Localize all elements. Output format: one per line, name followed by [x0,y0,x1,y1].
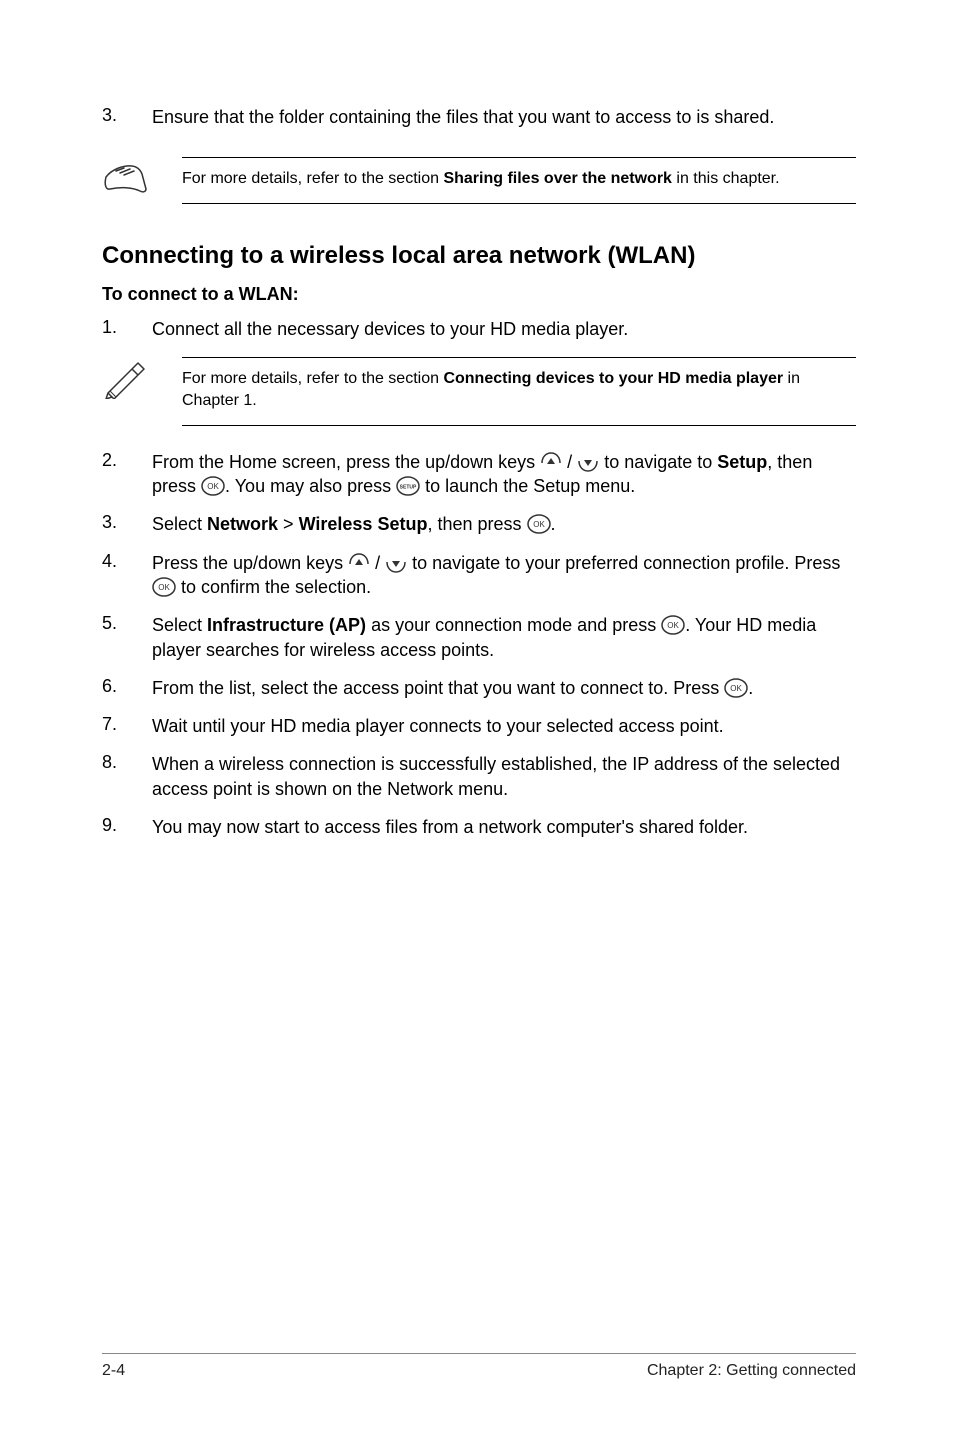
text-fragment: / [370,553,385,573]
text-fragment: > [278,514,299,534]
note-prefix: For more details, refer to the section [182,170,443,187]
note-pencil-icon [102,357,182,404]
text-fragment: From the Home screen, press the up/down … [152,452,540,472]
svg-text:OK: OK [207,482,219,491]
text-fragment: to navigate to [599,452,717,472]
text-fragment: to confirm the selection. [176,577,371,597]
text-fragment: Select [152,514,207,534]
wlan-steps: 1. Connect all the necessary devices to … [102,317,856,840]
ok-button-icon: OK [724,678,748,698]
step-number: 7. [102,714,152,738]
list-item: 3. Select Network > Wireless Setup, then… [102,512,856,536]
list-item: 7. Wait until your HD media player conne… [102,714,856,738]
note-bold: Connecting devices to your HD media play… [443,370,783,387]
text-fragment: to navigate to your preferred connection… [407,553,840,573]
bold-text: Wireless Setup [299,514,428,534]
step-text: You may now start to access files from a… [152,815,748,839]
list-item: 1. Connect all the necessary devices to … [102,317,856,341]
step-text: Select Network > Wireless Setup, then pr… [152,512,556,536]
note-text: For more details, refer to the section S… [182,157,856,203]
step-number: 2. [102,450,152,499]
setup-button-icon: SETUP [396,476,420,496]
bold-text: Infrastructure (AP) [207,615,366,635]
text-fragment: to launch the Setup menu. [420,476,635,496]
note-block-connecting: For more details, refer to the section C… [102,357,856,426]
page-footer: 2-4 Chapter 2: Getting connected [102,1353,856,1380]
down-arrow-icon [385,552,407,574]
step-number: 3. [102,512,152,536]
text-fragment: From the list, select the access point t… [152,678,724,698]
text-fragment: as your connection mode and press [366,615,661,635]
step-text: When a wireless connection is successful… [152,752,856,801]
step-number: 5. [102,613,152,662]
step-3: 3. Ensure that the folder containing the… [102,105,856,129]
list-item: 8. When a wireless connection is success… [102,752,856,801]
text-fragment: . You may also press [225,476,396,496]
step-number: 4. [102,551,152,600]
ok-button-icon: OK [527,514,551,534]
list-item: 9. You may now start to access files fro… [102,815,856,839]
note-suffix: in this chapter. [672,170,780,187]
note-text: For more details, refer to the section C… [182,357,856,426]
list-item: 4. Press the up/down keys / to navigate … [102,551,856,600]
ok-button-icon: OK [201,476,225,496]
list-item: 2. From the Home screen, press the up/do… [102,450,856,499]
bold-text: Setup [717,452,767,472]
ok-button-icon: OK [661,615,685,635]
svg-text:OK: OK [158,583,170,592]
up-arrow-icon [540,451,562,473]
step-text: From the list, select the access point t… [152,676,753,700]
text-fragment: , then press [427,514,526,534]
section-heading: Connecting to a wireless local area netw… [102,242,856,270]
step-text: From the Home screen, press the up/down … [152,450,856,499]
ok-button-icon: OK [152,577,176,597]
list-item: 5. Select Infrastructure (AP) as your co… [102,613,856,662]
note-hand-icon [102,157,182,200]
note-block-sharing: For more details, refer to the section S… [102,157,856,203]
list-item: 6. From the list, select the access poin… [102,676,856,700]
svg-text:OK: OK [533,520,545,529]
text-fragment: Press the up/down keys [152,553,348,573]
step-number: 1. [102,317,152,341]
up-arrow-icon [348,552,370,574]
section-subheading: To connect to a WLAN: [102,284,856,305]
step-text: Ensure that the folder containing the fi… [152,105,774,129]
note-prefix: For more details, refer to the section [182,370,443,387]
page-number: 2-4 [102,1362,125,1380]
step-text: Press the up/down keys / to navigate to … [152,551,856,600]
svg-text:SETUP: SETUP [400,485,417,491]
step-text: Select Infrastructure (AP) as your conne… [152,613,856,662]
step-number: 8. [102,752,152,801]
text-fragment: Select [152,615,207,635]
note-bold: Sharing files over the network [443,170,672,187]
chapter-label: Chapter 2: Getting connected [647,1362,856,1380]
text-fragment: . [748,678,753,698]
text-fragment: . [551,514,556,534]
text-fragment: / [562,452,577,472]
step-number: 6. [102,676,152,700]
svg-text:OK: OK [667,621,679,630]
bold-text: Network [207,514,278,534]
down-arrow-icon [577,451,599,473]
step-text: Wait until your HD media player connects… [152,714,724,738]
step-number: 9. [102,815,152,839]
step-number: 3. [102,105,152,129]
step-text: Connect all the necessary devices to you… [152,317,628,341]
svg-text:OK: OK [731,684,743,693]
